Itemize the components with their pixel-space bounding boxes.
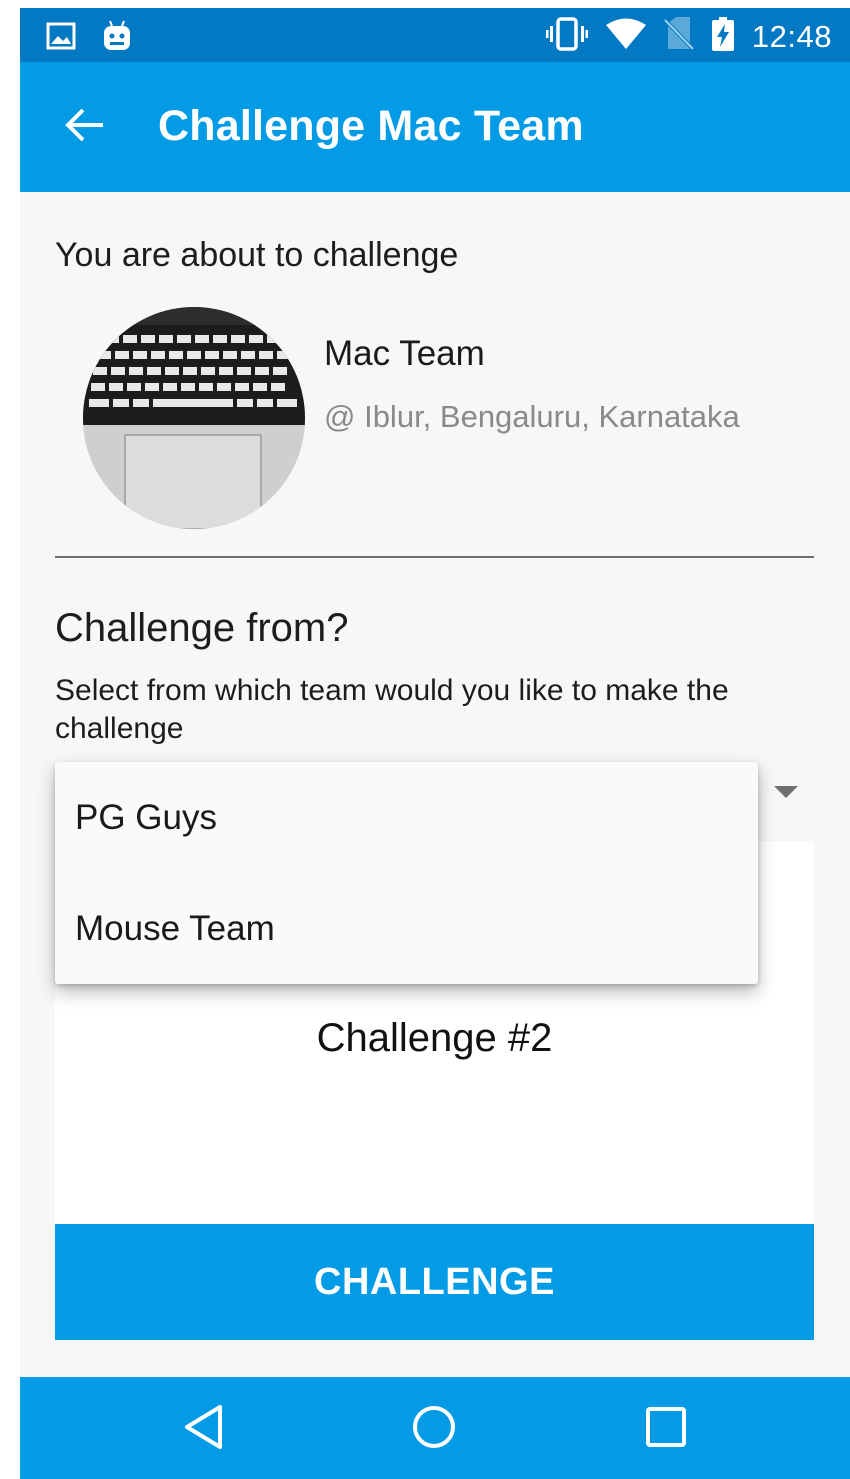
dropdown-option[interactable]: Mouse Team (55, 873, 758, 984)
challenge-from-description: Select from which team would you like to… (55, 674, 729, 745)
recents-square-icon (645, 1406, 687, 1453)
dropdown-option[interactable]: PG Guys (55, 762, 758, 873)
challenge-button[interactable]: CHALLENGE (55, 1224, 814, 1340)
home-circle-icon (411, 1404, 457, 1455)
no-sim-icon (663, 17, 695, 56)
team-name: Mac Team (324, 334, 485, 373)
challenge-intro-text: You are about to challenge (55, 236, 459, 274)
team-avatar (83, 307, 305, 529)
app-bar: Challenge Mac Team (20, 62, 850, 192)
dropdown-option-label: Mouse Team (75, 909, 275, 948)
status-bar: 12:48 (20, 8, 850, 62)
back-button[interactable] (58, 100, 112, 154)
dropdown-option-label: PG Guys (75, 798, 217, 837)
challenge-card-label: Challenge #2 (316, 1016, 553, 1060)
status-left-icons (46, 20, 132, 57)
navigation-bar (20, 1377, 850, 1479)
team-location: @ Iblur, Bengaluru, Karnataka (324, 399, 740, 434)
device-screen: 12:48 Challenge Mac Team You are about t… (20, 8, 850, 1479)
nav-home-button[interactable] (408, 1403, 460, 1455)
nav-recents-button[interactable] (640, 1403, 692, 1455)
team-dropdown-menu: PG Guys Mouse Team (55, 762, 758, 984)
arrow-back-icon (65, 108, 105, 147)
main-content: You are about to challenge Mac Team @ Ib… (20, 192, 850, 1377)
vibrate-icon (545, 17, 588, 56)
battery-charging-icon (711, 17, 734, 56)
nav-back-button[interactable] (178, 1403, 230, 1455)
status-right-icons: 12:48 (545, 17, 832, 56)
wifi-icon (605, 18, 646, 55)
image-notification-icon (46, 22, 76, 55)
dropdown-arrow-icon[interactable] (774, 786, 798, 798)
section-divider (55, 556, 814, 558)
challenge-from-title: Challenge from? (55, 606, 349, 650)
android-notification-icon (102, 20, 132, 57)
back-triangle-icon (182, 1404, 226, 1455)
page-title: Challenge Mac Team (158, 102, 584, 150)
status-time: 12:48 (751, 18, 832, 54)
